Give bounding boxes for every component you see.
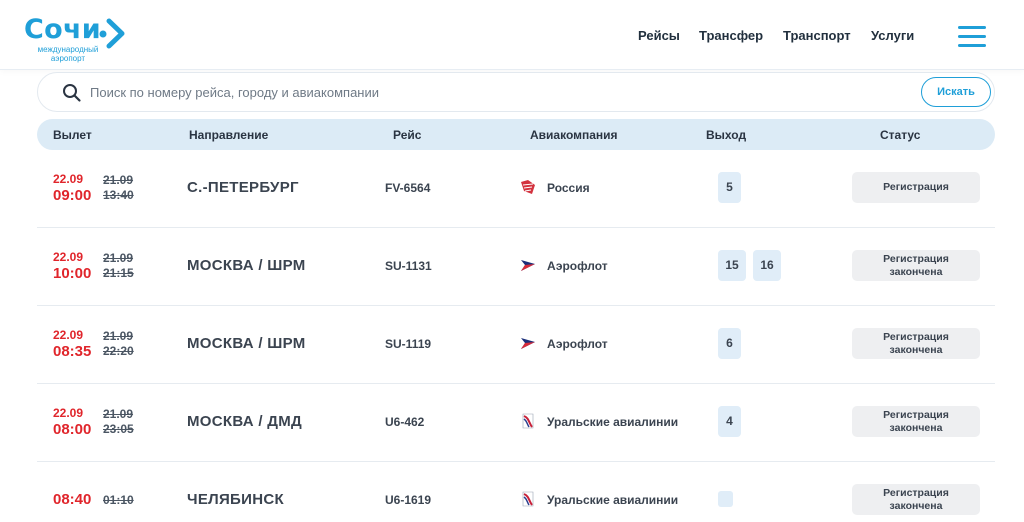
scheduled-time: 23:05 — [103, 422, 134, 436]
column-destination: Направление — [189, 128, 269, 142]
nav-flights[interactable]: Рейсы — [638, 28, 680, 43]
gate-badge — [718, 491, 733, 507]
logo-subtitle: международный аэропорт — [37, 45, 99, 63]
actual-time: 08:00 — [53, 421, 92, 438]
scheduled-date: 21.09 — [103, 173, 134, 187]
scheduled-time: 13:40 — [103, 188, 134, 202]
status-badge: Регистрация — [852, 172, 980, 203]
column-flight: Рейс — [393, 128, 422, 142]
destination: МОСКВА / ДМД — [187, 413, 303, 430]
gate-badge: 16 — [753, 250, 781, 281]
aeroflot-logo-icon — [521, 338, 535, 349]
logo-text: Сочи — [24, 14, 102, 45]
scheduled-date: 21.09 — [103, 407, 134, 421]
nav-transfer[interactable]: Трансфер — [699, 28, 763, 43]
column-departure: Вылет — [53, 128, 92, 142]
airline-name: Аэрофлот — [547, 337, 608, 351]
scheduled-time: 22:20 — [103, 344, 134, 358]
destination: МОСКВА / ШРМ — [187, 335, 306, 352]
actual-date: 22.09 — [53, 328, 84, 342]
table-header: Вылет Направление Рейс Авиакомпания Выхо… — [37, 119, 995, 150]
status-badge: Регистрация закончена — [852, 484, 980, 515]
actual-date: 22.09 — [53, 172, 84, 186]
column-status: Статус — [880, 128, 921, 142]
status-badge: Регистрация закончена — [852, 328, 980, 359]
flight-row[interactable]: 22.09 08:00 21.09 23:05 МОСКВА / ДМД U6-… — [37, 384, 995, 462]
flight-number: SU-1119 — [385, 337, 432, 351]
search-icon — [63, 84, 81, 102]
actual-time: 09:00 — [53, 187, 92, 204]
search-input[interactable] — [90, 79, 910, 105]
airport-logo[interactable]: Сочи международный аэропорт — [24, 14, 134, 64]
nav-services[interactable]: Услуги — [871, 28, 914, 43]
destination: МОСКВА / ШРМ — [187, 257, 306, 274]
column-gate: Выход — [706, 128, 747, 142]
actual-date: 22.09 — [53, 250, 84, 264]
gate-badge: 6 — [718, 328, 741, 359]
actual-time: 08:35 — [53, 343, 92, 360]
actual-time: 08:40 — [53, 491, 92, 508]
gate-badge: 4 — [718, 406, 741, 437]
aeroflot-logo-icon — [521, 260, 535, 271]
flight-number: SU-1131 — [385, 259, 432, 273]
actual-time: 10:00 — [53, 265, 92, 282]
status-badge: Регистрация закончена — [852, 406, 980, 437]
ural-airlines-logo-icon — [522, 413, 534, 429]
flight-row[interactable]: 08:40 01:10 ЧЕЛЯБИНСК U6-1619 Уральские … — [37, 462, 995, 522]
scheduled-date: 21.09 — [103, 329, 134, 343]
scheduled-date: 21.09 — [103, 251, 134, 265]
destination: ЧЕЛЯБИНСК — [187, 491, 284, 508]
destination: С.-ПЕТЕРБУРГ — [187, 179, 299, 196]
scheduled-time: 01:10 — [103, 493, 134, 507]
scheduled-time: 21:15 — [103, 266, 134, 280]
menu-icon[interactable] — [958, 26, 986, 48]
status-badge: Регистрация закончена — [852, 250, 980, 281]
column-airline: Авиакомпания — [530, 128, 618, 142]
airline-name: Уральские авиалинии — [547, 415, 679, 429]
gate-badge: 15 — [718, 250, 746, 281]
flight-row[interactable]: 22.09 09:00 21.09 13:40 С.-ПЕТЕРБУРГ FV-… — [37, 150, 995, 228]
search-button[interactable]: Искать — [921, 77, 991, 107]
site-header: Сочи международный аэропорт Рейсы Трансф… — [0, 0, 1024, 70]
airline-name: Уральские авиалинии — [547, 493, 679, 507]
search-bar: Искать — [37, 72, 995, 112]
flight-number: U6-1619 — [385, 493, 432, 507]
flight-number: FV-6564 — [385, 181, 431, 195]
rossiya-logo-icon — [521, 180, 535, 194]
ural-airlines-logo-icon — [522, 491, 534, 507]
actual-date: 22.09 — [53, 406, 84, 420]
airline-name: Аэрофлот — [547, 259, 608, 273]
flight-number: U6-462 — [385, 415, 425, 429]
flight-row[interactable]: 22.09 10:00 21.09 21:15 МОСКВА / ШРМ SU-… — [37, 228, 995, 306]
flight-row[interactable]: 22.09 08:35 21.09 22:20 МОСКВА / ШРМ SU-… — [37, 306, 995, 384]
gate-badge: 5 — [718, 172, 741, 203]
airline-name: Россия — [547, 181, 590, 195]
nav-transport[interactable]: Транспорт — [783, 28, 851, 43]
